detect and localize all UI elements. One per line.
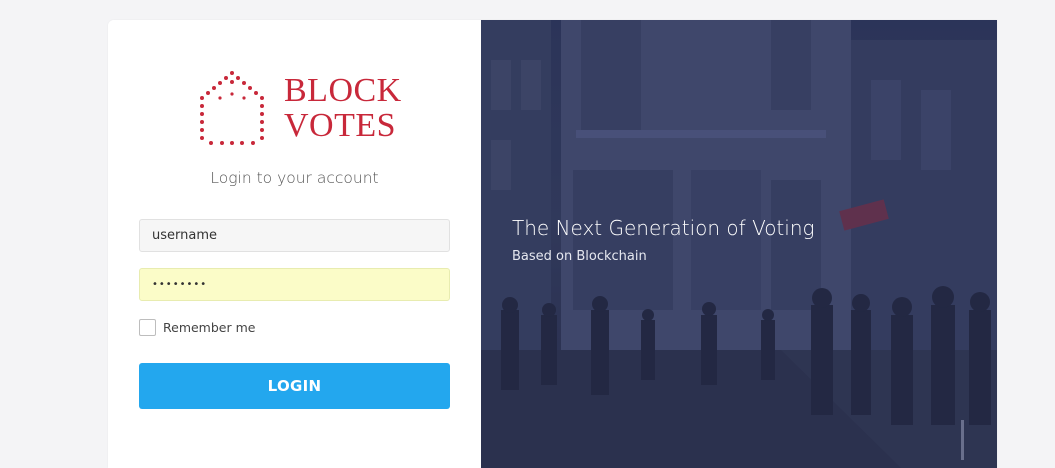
hero-panel: The Next Generation of Voting Based on B… xyxy=(481,20,997,468)
remember-me-label: Remember me xyxy=(163,320,256,335)
remember-me-checkbox[interactable] xyxy=(139,319,156,336)
hero-title: The Next Generation of Voting xyxy=(512,216,815,240)
login-subtitle: Login to your account xyxy=(210,169,379,187)
login-panel: BLOCK VOTES Login to your account Rememb… xyxy=(108,20,481,468)
login-button[interactable]: LOGIN xyxy=(139,363,450,409)
login-card: BLOCK VOTES Login to your account Rememb… xyxy=(108,20,997,468)
username-input[interactable] xyxy=(139,219,450,252)
city-street-image xyxy=(481,20,997,468)
brand-line1: BLOCK xyxy=(284,72,402,109)
password-input[interactable] xyxy=(139,268,450,301)
brand-line2: VOTES xyxy=(284,107,397,144)
brand-wordmark: BLOCK VOTES xyxy=(284,74,402,144)
hero-subtitle: Based on Blockchain xyxy=(512,249,647,264)
ballot-box-dots-icon xyxy=(200,71,264,145)
brand-logo: BLOCK VOTES xyxy=(198,70,401,150)
